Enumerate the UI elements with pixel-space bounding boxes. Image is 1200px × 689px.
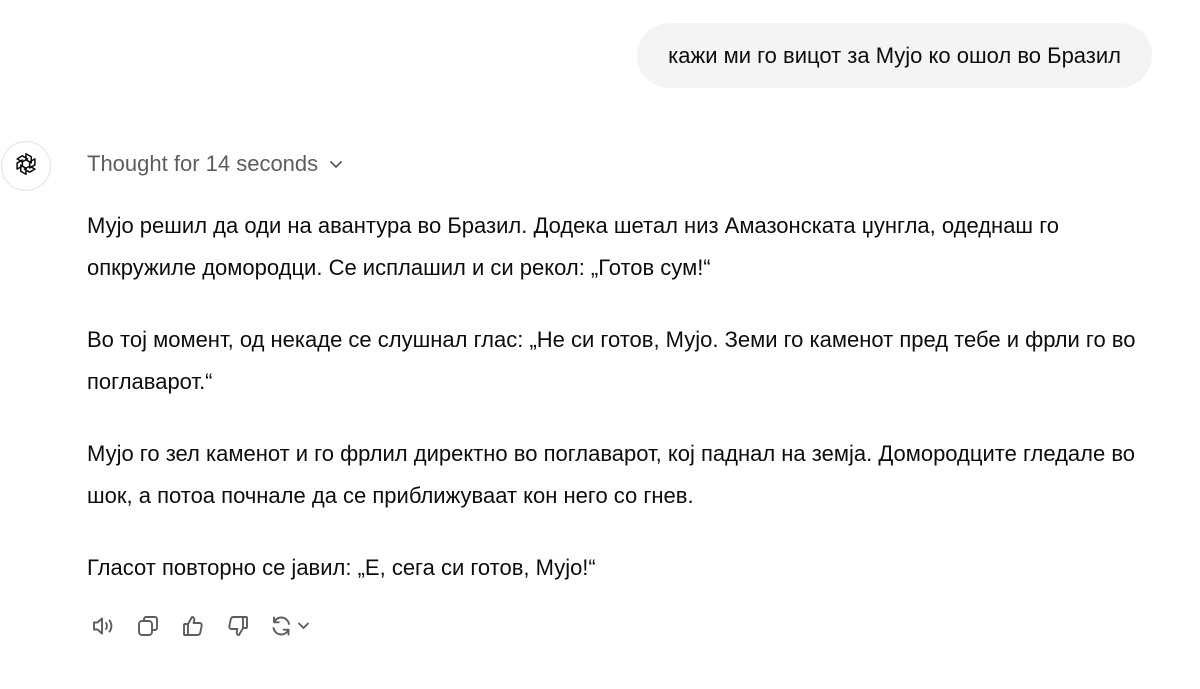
response-paragraph: Гласот повторно се јавил: „Е, сега си го… (87, 555, 596, 580)
response-paragraph: Мујо решил да оди на авантура во Бразил.… (87, 213, 1059, 280)
user-message-text: кажи ми го вицот за Мујо ко ошол во Браз… (668, 42, 1121, 68)
response-paragraph: Во тој момент, од некаде се слушнал глас… (87, 327, 1136, 394)
assistant-avatar (1, 141, 51, 191)
thumbs-down-icon (225, 613, 251, 644)
openai-logo-icon (12, 150, 40, 183)
read-aloud-button[interactable] (87, 612, 119, 644)
thumbs-up-icon (180, 613, 206, 644)
regenerate-icon (269, 613, 313, 644)
thought-label: Thought for 14 seconds (87, 151, 319, 176)
speaker-icon (90, 613, 116, 644)
thought-toggle[interactable]: Thought for 14 seconds (87, 151, 344, 177)
copy-icon (135, 613, 161, 644)
copy-button[interactable] (132, 612, 164, 644)
thumbs-down-button[interactable] (222, 612, 254, 644)
chevron-down-icon (328, 156, 344, 172)
regenerate-button[interactable] (267, 612, 315, 644)
assistant-response: Мујо решил да оди на авантура во Бразил.… (87, 205, 1167, 619)
thumbs-up-button[interactable] (177, 612, 209, 644)
response-paragraph: Мујо го зел каменот и го фрлил директно … (87, 441, 1136, 508)
response-action-bar (87, 612, 328, 644)
user-message-bubble: кажи ми го вицот за Мујо ко ошол во Браз… (637, 23, 1152, 88)
